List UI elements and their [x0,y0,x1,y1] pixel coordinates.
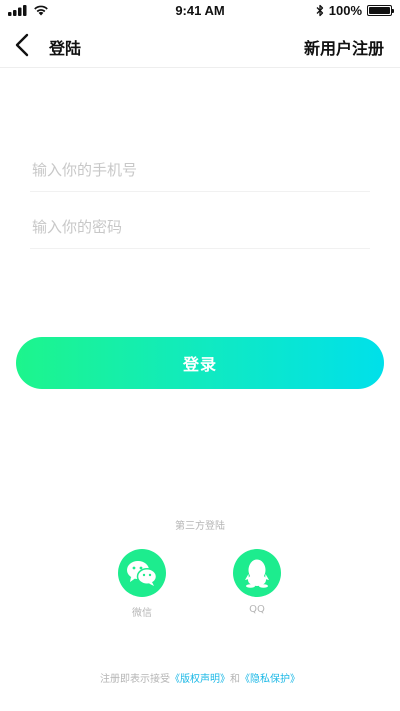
nav-bar: 登陆 新用户注册 [0,22,400,68]
battery-level [369,7,390,14]
wechat-label: 微信 [132,608,152,619]
page-title: 登陆 [49,39,82,58]
battery-icon [367,5,394,16]
chevron-left-icon [15,33,29,57]
back-button[interactable] [10,30,38,60]
qq-label: QQ [249,604,265,615]
status-right: 100% [316,3,394,18]
status-bar: 9:41 AM 100% [0,0,400,22]
qq-login-button[interactable]: QQ [227,549,287,615]
battery-percent: 100% [328,3,362,18]
agreement-text: 注册即表示接受《版权声明》和《隐私保护》 [0,670,400,685]
password-field [30,207,370,249]
agreement-joiner: 和 [230,674,240,685]
qq-icon [245,559,269,588]
password-input[interactable] [30,207,370,247]
wechat-login-button[interactable]: 微信 [112,549,172,619]
login-button[interactable]: 登录 [16,337,384,389]
phone-field [30,150,370,192]
third-party-title: 第三方登陆 [175,521,225,532]
bluetooth-icon [316,4,323,17]
register-link[interactable]: 新用户注册 [304,35,384,59]
wechat-circle [118,549,166,597]
wechat-icon [127,561,158,586]
privacy-link[interactable]: 《隐私保护》 [240,674,300,685]
phone-input[interactable] [30,150,370,190]
copyright-link[interactable]: 《版权声明》 [170,674,230,685]
agreement-prefix: 注册即表示接受 [100,674,170,685]
qq-circle [233,549,281,597]
